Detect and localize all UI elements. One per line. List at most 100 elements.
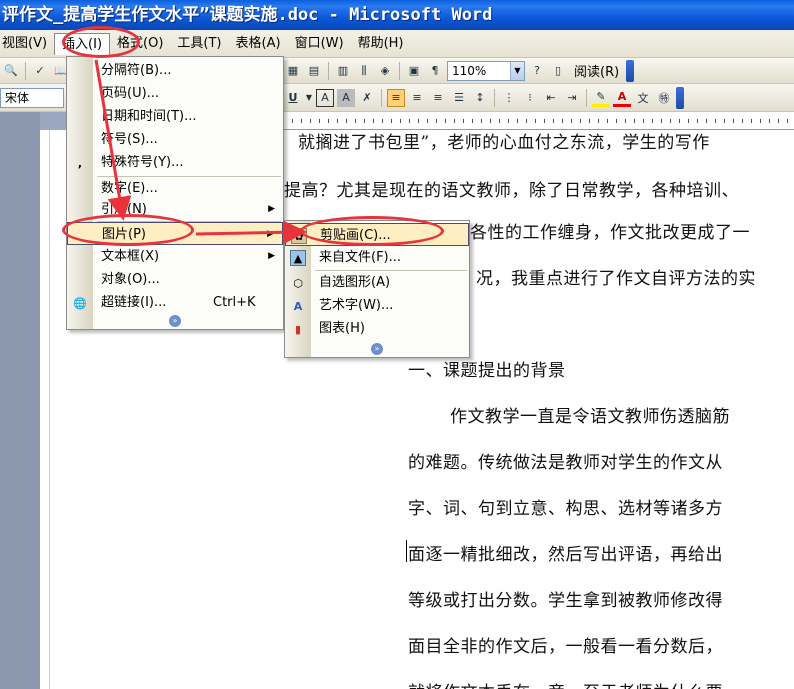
doc-line: 作文教学一直是令语文教师伤透脑筋 [450,407,730,427]
menu-item-special-symbol[interactable]: , 特殊符号(Y)... [67,151,283,174]
menu-item-break[interactable]: 分隔符(B)... [67,59,283,82]
submenu-arrow-icon: ▶ [268,251,275,261]
menu-item-label: 图表(H) [319,321,365,336]
print-preview-icon[interactable]: 🔍 [2,62,20,80]
insert-excel-icon[interactable]: ▤ [305,62,323,80]
zoom-combo[interactable]: 110% ▼ [447,60,525,81]
doc-line: 面目全非的作文后，一般看一看分数后， [408,637,723,657]
align-right-icon[interactable]: ≡ [429,89,447,107]
menu-item-wordart[interactable]: A 艺术字(W)... [285,294,469,317]
phonetic-guide-icon[interactable]: 文 [634,89,652,107]
doc-line: 的难题。传统做法是教师对学生的作文从 [408,453,723,473]
menu-item-label: 自选图形(A) [319,275,391,290]
menu-item-chart[interactable]: ▮ 图表(H) [285,317,469,340]
align-center-icon[interactable]: ≡ [408,89,426,107]
toolbar-separator [328,61,329,80]
globe-link-icon: 🌐 [73,296,87,310]
menu-item-label: 文本框(X) [101,249,160,264]
char-scale-icon[interactable]: ✗ [358,89,376,107]
font-combo[interactable]: 宋体 [0,87,64,108]
highlight-icon[interactable]: ✎ [592,89,610,107]
menu-window[interactable]: 窗口(W) [288,33,351,55]
expand-menu-icon[interactable]: » [371,343,383,355]
numbering-icon[interactable]: ⋮ [500,89,518,107]
submenu-arrow-icon: ▶ [267,229,274,239]
char-border-icon[interactable]: A [316,88,334,107]
menu-item-autoshapes[interactable]: ⬡ 自选图形(A) [285,271,469,294]
toolbar-options-icon[interactable] [676,86,684,109]
toolbar-separator [494,88,495,107]
window-title: 评作文_提高学生作文水平”课题实施.doc - Microsoft Word [2,5,493,25]
toolbar-separator [381,88,382,107]
left-margin-pane [0,112,40,689]
menu-view[interactable]: 视图(V) [0,33,54,55]
annotation-ring-clip-art [300,216,444,246]
bullets-icon[interactable]: ⁝ [521,89,539,107]
menu-item-page-numbers[interactable]: 页码(U)... [67,82,283,105]
toolbar-options-icon[interactable] [626,59,635,82]
drawing-icon[interactable]: ⫼ [355,62,373,80]
menu-item-shortcut: Ctrl+K [213,295,256,310]
menu-item-hyperlink[interactable]: 🌐 超链接(I)... Ctrl+K [67,291,283,314]
insert-menu: 分隔符(B)... 页码(U)... 日期和时间(T)... 符号(S)... … [66,56,284,330]
menu-item-label: 日期和时间(T)... [101,109,197,124]
comma-symbol-icon: , [77,156,83,170]
menu-item-number[interactable]: 数字(E)... [67,177,283,200]
vertical-ruler[interactable] [40,130,50,689]
zoom-value: 110% [452,63,487,78]
menu-help[interactable]: 帮助(H) [351,33,411,55]
font-color-icon[interactable]: A [613,89,631,107]
menu-item-label: 来自文件(F)... [319,250,402,265]
menu-item-from-file[interactable]: ▲ 来自文件(F)... [285,246,469,269]
menu-item-object[interactable]: 对象(O)... [67,268,283,291]
section-heading: 一、课题提出的背景 [408,361,566,381]
menu-item-text-box[interactable]: 文本框(X) ▶ [67,245,283,268]
enclose-char-icon[interactable]: ㊕ [655,89,673,107]
menu-item-label: 艺术字(W)... [319,298,394,313]
chart-icon: ▮ [294,322,302,336]
reading-button[interactable]: 阅读(R) [570,61,623,80]
toolbar-separator [399,61,400,80]
help-icon[interactable]: ? [528,62,546,80]
menu-table[interactable]: 表格(A) [229,33,288,55]
title-bar: 评作文_提高学生作文水平”课题实施.doc - Microsoft Word [0,0,794,30]
chevron-down-icon[interactable]: ▼ [510,61,524,80]
menu-item-date-time[interactable]: 日期和时间(T)... [67,105,283,128]
chevron-down-icon[interactable]: ▼ [305,89,313,107]
read-mode-icon[interactable]: ▯ [549,62,567,80]
menu-item-label: 页码(U)... [101,86,160,101]
spelling-icon[interactable]: ✓ [31,62,49,80]
doc-line: 就搁进了书包里”，老师的心血付之东流，学生的写作 [298,133,710,153]
doc-line: 提高？尤其是现在的语文教师，除了日常教学，各种培训、 [284,181,739,201]
document-map-icon[interactable]: ◈ [376,62,394,80]
expand-menu-icon[interactable]: » [169,315,181,327]
insert-table-icon[interactable]: ▦ [284,62,302,80]
columns-icon[interactable]: ▥ [334,62,352,80]
menu-item-label: 特殊符号(Y)... [101,155,184,170]
toolbar-separator [586,88,587,107]
doc-line: 字、词、句到立意、构思、选材等诸多方 [408,499,723,519]
line-spacing-icon[interactable]: ↕ [471,89,489,107]
decrease-indent-icon[interactable]: ⇤ [542,89,560,107]
text-cursor [406,540,407,562]
annotation-ring-insert [62,26,140,58]
show-hide-icon[interactable]: ¶ [426,62,444,80]
doc-line: 就将作文本丢在一旁，至于老师为什么要 [408,678,723,689]
menu-item-label: 符号(S)... [101,132,158,147]
menu-item-label: 超链接(I)... [101,295,167,310]
autoshapes-icon: ⬡ [293,276,303,290]
picture-file-icon: ▲ [290,250,306,266]
submenu-arrow-icon: ▶ [268,204,275,214]
distribute-icon[interactable]: ☰ [450,89,468,107]
menu-item-symbol[interactable]: 符号(S)... [67,128,283,151]
menu-item-label: 数字(E)... [101,181,158,196]
doc-line: 等级或打出分数。学生拿到被教师修改得 [408,591,723,611]
menu-tools[interactable]: 工具(T) [170,33,228,55]
underline-icon[interactable]: U [284,89,302,107]
increase-indent-icon[interactable]: ⇥ [563,89,581,107]
doc-map-icon[interactable]: ▣ [405,62,423,80]
doc-line: 面逐一精批细改，然后写出评语，再给出 [408,545,723,565]
align-justify-icon[interactable]: ≡ [387,88,405,107]
char-shading-icon[interactable]: A [337,88,355,107]
annotation-ring-picture [62,214,194,246]
